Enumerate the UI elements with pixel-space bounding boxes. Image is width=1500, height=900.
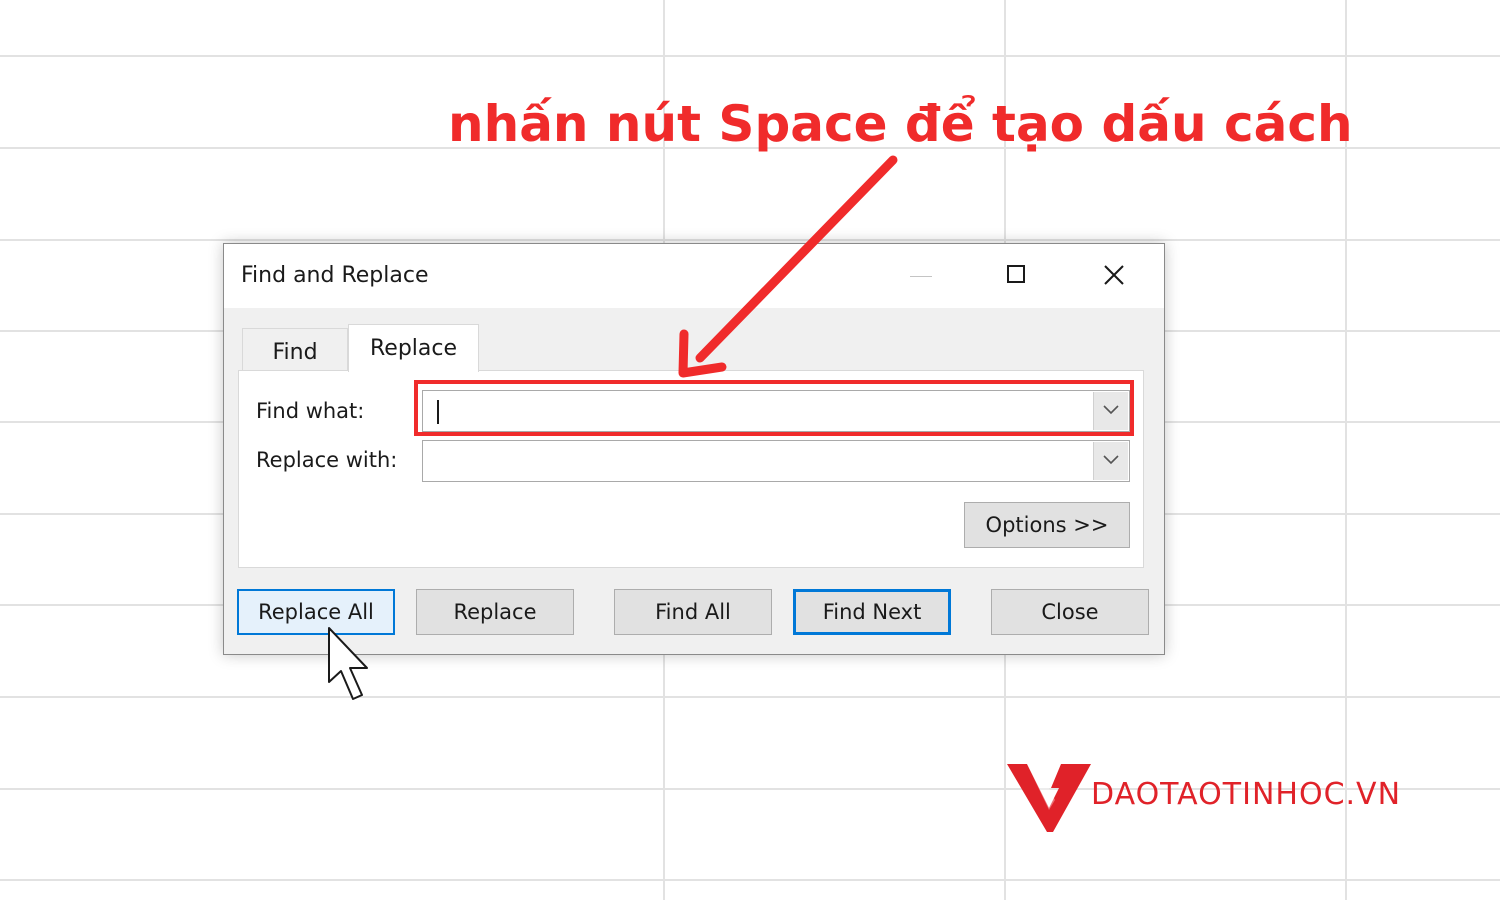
options-button[interactable]: Options >>: [964, 502, 1130, 548]
dialog-titlebar: Find and Replace: [224, 244, 1164, 308]
close-window-button[interactable]: [1086, 252, 1142, 300]
replace-with-combobox[interactable]: [422, 440, 1130, 482]
find-what-dropdown-button[interactable]: [1093, 392, 1128, 430]
annotation-text: nhấn nút Space để tạo dấu cách: [448, 95, 1353, 153]
replace-with-label: Replace with:: [256, 448, 398, 472]
find-what-label: Find what:: [256, 399, 365, 423]
maximize-icon: [1007, 265, 1025, 283]
find-replace-dialog: Find and Replace Find Replace Find what:…: [223, 243, 1165, 655]
find-all-button[interactable]: Find All: [614, 589, 772, 635]
logo-mark-icon: [1007, 764, 1091, 832]
close-icon: [1104, 265, 1124, 285]
close-button[interactable]: Close: [991, 589, 1149, 635]
text-caret: [437, 400, 439, 424]
replace-with-input[interactable]: [429, 445, 1089, 477]
tab-find[interactable]: Find: [242, 328, 348, 370]
tab-replace[interactable]: Replace: [348, 324, 479, 372]
find-what-input[interactable]: [429, 395, 1089, 427]
replace-with-dropdown-button[interactable]: [1093, 442, 1128, 480]
maximize-button[interactable]: [990, 252, 1046, 300]
mouse-pointer-icon: [328, 627, 368, 700]
replace-button[interactable]: Replace: [416, 589, 574, 635]
chevron-down-icon: [1103, 405, 1119, 415]
minimize-icon: [910, 276, 932, 277]
find-next-button[interactable]: Find Next: [793, 589, 951, 635]
dialog-title: Find and Replace: [241, 263, 429, 288]
logo-text: DAOTAOTINHOC.VN: [1091, 777, 1402, 812]
find-what-combobox[interactable]: [422, 390, 1130, 432]
minimize-button[interactable]: [894, 252, 950, 300]
chevron-down-icon: [1103, 455, 1119, 465]
daotaotinhoc-logo: DAOTAOTINHOC.VN: [1007, 760, 1467, 836]
